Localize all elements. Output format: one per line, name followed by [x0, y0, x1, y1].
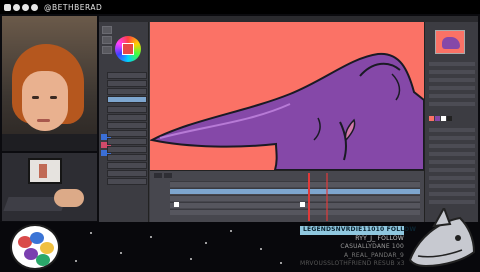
event-feed: LEGENDSNVRDIE11010 FOLLOW RYY_J_ FOLLOW CA…	[300, 226, 416, 270]
playhead[interactable]	[308, 173, 310, 221]
youtube-icon	[31, 3, 38, 11]
color-swatch-white[interactable]	[441, 116, 446, 121]
property-row[interactable]	[429, 94, 475, 98]
layer-row-selected[interactable]	[107, 96, 147, 103]
color-swatch-salmon[interactable]	[429, 116, 434, 121]
property-row[interactable]	[429, 152, 475, 156]
timeline-track[interactable]	[170, 181, 420, 187]
streamer-shirt	[2, 134, 97, 151]
instagram-icon	[22, 3, 29, 11]
layer-row[interactable]	[107, 122, 147, 129]
layer-row[interactable]	[107, 146, 147, 153]
timeline-stop-button[interactable]	[164, 173, 172, 178]
twitch-icon	[13, 3, 20, 11]
color-swatch-purple[interactable]	[435, 116, 440, 121]
social-bar: @BETHBERAD	[0, 0, 480, 14]
twitter-icon	[4, 3, 11, 11]
character-head-shape	[150, 52, 424, 170]
timeline-play-button[interactable]	[154, 173, 162, 178]
layer-row[interactable]	[107, 106, 147, 113]
event-item: RYY_J_ FOLLOW	[355, 234, 404, 242]
left-panel	[99, 22, 149, 222]
streamer-face	[22, 71, 68, 131]
art-application-window	[99, 16, 478, 222]
mouth	[37, 119, 50, 122]
layer-row[interactable]	[107, 162, 147, 169]
playhead-marker	[326, 173, 328, 221]
layer-row[interactable]	[107, 170, 147, 177]
property-row[interactable]	[429, 62, 475, 66]
layer-row[interactable]	[107, 114, 147, 121]
property-row[interactable]	[429, 144, 475, 148]
layer-row[interactable]	[107, 130, 147, 137]
timeline-track-selected[interactable]	[170, 188, 420, 194]
character-artwork	[150, 52, 424, 170]
layer-row[interactable]	[107, 80, 147, 87]
tool-icon-1[interactable]	[102, 26, 112, 34]
right-panel	[424, 22, 478, 222]
timeline-track[interactable]	[170, 209, 420, 215]
property-row[interactable]	[429, 160, 475, 164]
layer-row[interactable]	[107, 154, 147, 161]
property-row[interactable]	[429, 176, 475, 180]
color-wheel[interactable]	[115, 36, 141, 62]
property-row[interactable]	[429, 192, 475, 196]
webcam-feed	[2, 16, 97, 151]
animation-timeline	[150, 170, 424, 222]
timeline-track[interactable]	[170, 202, 420, 208]
monitor-figure	[39, 164, 47, 178]
shark-mascot-icon	[408, 208, 476, 268]
property-row[interactable]	[429, 200, 475, 204]
event-item: LEGENDSNVRDIE11010 FOLLOW	[300, 226, 416, 235]
property-row[interactable]	[429, 78, 475, 82]
layer-row[interactable]	[107, 72, 147, 79]
layer-row[interactable]	[107, 138, 147, 145]
event-item: A_REAL_PANDAR_9	[344, 251, 404, 259]
keyframe[interactable]	[300, 202, 305, 207]
planet-logo	[10, 224, 60, 270]
navigator-thumbnail[interactable]	[435, 30, 465, 54]
property-row[interactable]	[429, 102, 475, 106]
keyframe[interactable]	[174, 202, 179, 207]
stream-overlay: @BETHBERAD LEGENDSNVRDIE11010 FOLLOW RYY…	[0, 0, 480, 272]
property-row[interactable]	[429, 184, 475, 188]
tool-icon-2[interactable]	[102, 36, 112, 44]
timeline-track[interactable]	[170, 195, 420, 201]
property-row[interactable]	[429, 128, 475, 132]
desk-cam-feed	[2, 153, 97, 221]
layer-row[interactable]	[107, 178, 147, 185]
tool-icon-3[interactable]	[102, 46, 112, 54]
property-row[interactable]	[429, 136, 475, 140]
property-row[interactable]	[429, 70, 475, 74]
drawing-hand	[54, 189, 84, 207]
property-row[interactable]	[429, 168, 475, 172]
drawing-canvas[interactable]	[150, 22, 424, 170]
event-item: CASUALLYDANE 100	[340, 243, 404, 250]
color-swatch-black[interactable]	[447, 116, 452, 121]
property-row[interactable]	[429, 86, 475, 90]
event-item: MRVOUSSLOTHFRIEND RESUB x3	[300, 260, 405, 267]
layer-row[interactable]	[107, 88, 147, 95]
left-eye	[32, 96, 39, 99]
social-handle: @BETHBERAD	[44, 2, 103, 12]
color-picker-square[interactable]	[122, 43, 134, 55]
right-eye	[50, 96, 57, 99]
